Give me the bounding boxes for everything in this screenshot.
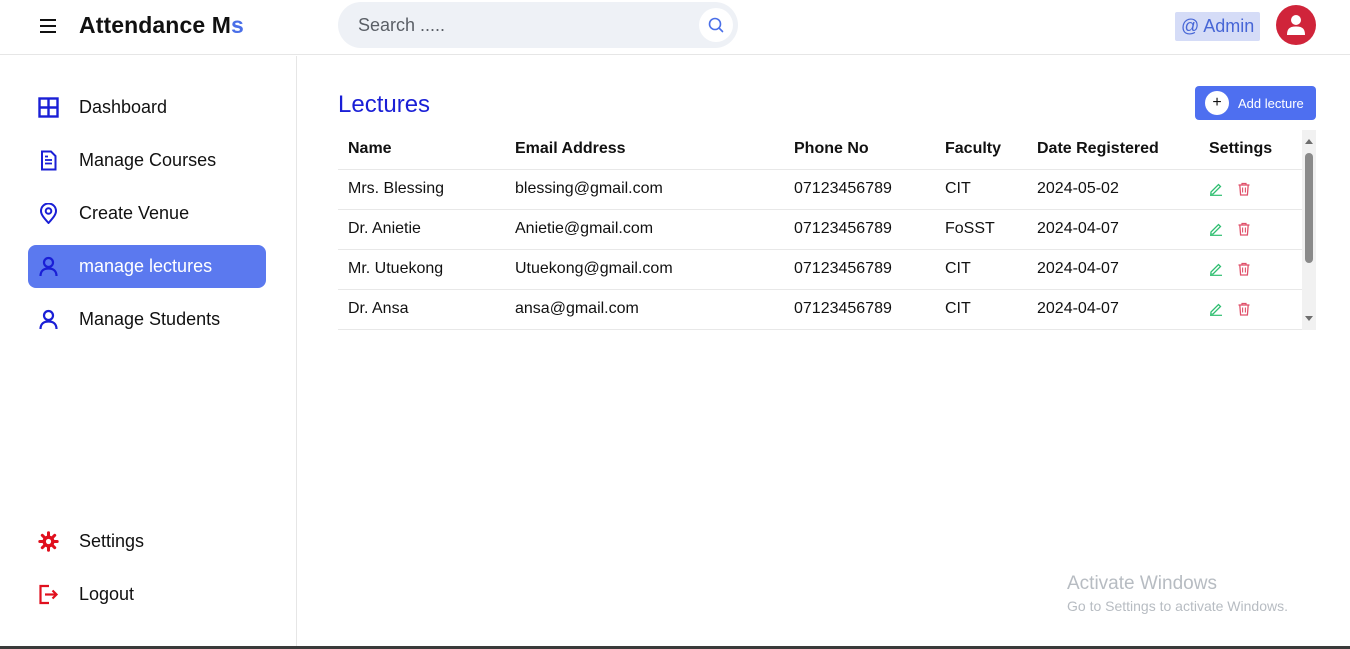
search-icon xyxy=(708,17,724,33)
edit-icon[interactable] xyxy=(1209,222,1223,236)
scroll-down-arrow-icon[interactable] xyxy=(1305,316,1313,321)
watermark-subtitle: Go to Settings to activate Windows. xyxy=(1067,598,1288,614)
watermark-title: Activate Windows xyxy=(1067,573,1217,594)
column-header-faculty: Faculty xyxy=(935,130,1027,170)
cell-faculty: CIT xyxy=(935,249,1027,290)
cell-date: 2024-04-07 xyxy=(1027,289,1199,330)
cell-phone: 07123456789 xyxy=(784,209,935,250)
top-bar: Attendance Ms @ Admin xyxy=(0,0,1350,55)
scroll-thumb[interactable] xyxy=(1305,153,1313,263)
page-title: Lectures xyxy=(338,91,431,118)
cell-phone: 07123456789 xyxy=(784,249,935,290)
table-row: Mr. Utuekong Utuekong@gmail.com 07123456… xyxy=(338,249,1302,290)
cell-email: ansa@gmail.com xyxy=(505,289,784,330)
lectures-table-container: Name Email Address Phone No Faculty Date… xyxy=(338,130,1316,330)
cell-email: Utuekong@gmail.com xyxy=(505,249,784,290)
app-title-accent: s xyxy=(231,12,244,38)
search-input[interactable] xyxy=(358,12,688,38)
sidebar-item-label: manage lectures xyxy=(79,256,213,276)
edit-icon[interactable] xyxy=(1209,302,1223,316)
cell-date: 2024-05-02 xyxy=(1027,169,1199,210)
table-row: Dr. Anietie Anietie@gmail.com 0712345678… xyxy=(338,209,1302,250)
delete-icon[interactable] xyxy=(1237,262,1251,276)
sidebar-item-create-venue[interactable]: Create Venue xyxy=(28,192,266,235)
cell-faculty: FoSST xyxy=(935,209,1027,250)
sidebar-item-manage-students[interactable]: Manage Students xyxy=(28,298,266,341)
sidebar-item-label: Create Venue xyxy=(79,203,190,223)
cell-actions xyxy=(1199,209,1302,250)
cell-faculty: CIT xyxy=(935,169,1027,210)
plus-icon: + xyxy=(1205,91,1229,115)
windows-activation-watermark: Activate Windows Go to Settings to activ… xyxy=(1067,573,1288,614)
sidebar-item-settings[interactable]: Settings xyxy=(28,520,266,563)
cell-phone: 07123456789 xyxy=(784,289,935,330)
cell-actions xyxy=(1199,169,1302,210)
app-title: Attendance Ms xyxy=(79,12,244,39)
column-header-settings: Settings xyxy=(1199,130,1302,170)
search-button[interactable] xyxy=(699,8,733,42)
table-row: Dr. Ansa ansa@gmail.com 07123456789 CIT … xyxy=(338,289,1302,330)
location-pin-icon xyxy=(39,203,58,224)
delete-icon[interactable] xyxy=(1237,182,1251,196)
document-icon xyxy=(41,150,57,171)
grid-icon xyxy=(38,97,59,118)
cell-date: 2024-04-07 xyxy=(1027,249,1199,290)
cell-email: blessing@gmail.com xyxy=(505,169,784,210)
table-scrollbar[interactable] xyxy=(1302,130,1316,330)
user-icon xyxy=(39,256,58,277)
scroll-up-arrow-icon[interactable] xyxy=(1305,139,1313,144)
cell-actions xyxy=(1199,289,1302,330)
add-lecture-button[interactable]: + Add lecture xyxy=(1195,86,1316,120)
gear-icon xyxy=(38,531,59,552)
user-role-badge: @ Admin xyxy=(1175,12,1261,41)
column-header-name: Name xyxy=(338,130,505,170)
sidebar-item-logout[interactable]: Logout xyxy=(28,573,266,616)
cell-name: Mr. Utuekong xyxy=(338,249,505,290)
add-lecture-label: Add lecture xyxy=(1238,96,1304,111)
cell-email: Anietie@gmail.com xyxy=(505,209,784,250)
table-row: Mrs. Blessing blessing@gmail.com 0712345… xyxy=(338,169,1302,210)
edit-icon[interactable] xyxy=(1209,182,1223,196)
app-title-main: Attendance M xyxy=(79,12,231,38)
delete-icon[interactable] xyxy=(1237,222,1251,236)
table-header-row: Name Email Address Phone No Faculty Date… xyxy=(338,130,1302,170)
hamburger-menu-icon[interactable] xyxy=(38,16,58,36)
cell-name: Dr. Anietie xyxy=(338,209,505,250)
cell-name: Mrs. Blessing xyxy=(338,169,505,210)
avatar[interactable] xyxy=(1276,5,1316,45)
edit-icon[interactable] xyxy=(1209,262,1223,276)
user-icon xyxy=(39,309,58,330)
sidebar: Dashboard Manage Courses Create Venue ma… xyxy=(0,56,297,649)
column-header-phone: Phone No xyxy=(784,130,935,170)
sidebar-item-label: Dashboard xyxy=(79,97,168,117)
sidebar-item-label: Settings xyxy=(79,531,145,551)
column-header-email: Email Address xyxy=(505,130,784,170)
sidebar-item-label: Manage Students xyxy=(79,309,221,329)
lectures-table: Name Email Address Phone No Faculty Date… xyxy=(338,130,1302,330)
sidebar-item-dashboard[interactable]: Dashboard xyxy=(28,86,266,129)
delete-icon[interactable] xyxy=(1237,302,1251,316)
sidebar-item-manage-courses[interactable]: Manage Courses xyxy=(28,139,266,182)
sidebar-item-label: Logout xyxy=(79,584,135,604)
user-avatar-icon xyxy=(1287,15,1305,35)
sidebar-item-manage-lectures[interactable]: manage lectures xyxy=(28,245,266,288)
cell-name: Dr. Ansa xyxy=(338,289,505,330)
sidebar-item-label: Manage Courses xyxy=(79,150,217,170)
cell-phone: 07123456789 xyxy=(784,169,935,210)
logout-icon xyxy=(39,584,59,605)
cell-faculty: CIT xyxy=(935,289,1027,330)
search-bar xyxy=(338,2,738,48)
cell-date: 2024-04-07 xyxy=(1027,209,1199,250)
cell-actions xyxy=(1199,249,1302,290)
column-header-date-registered: Date Registered xyxy=(1027,130,1199,170)
